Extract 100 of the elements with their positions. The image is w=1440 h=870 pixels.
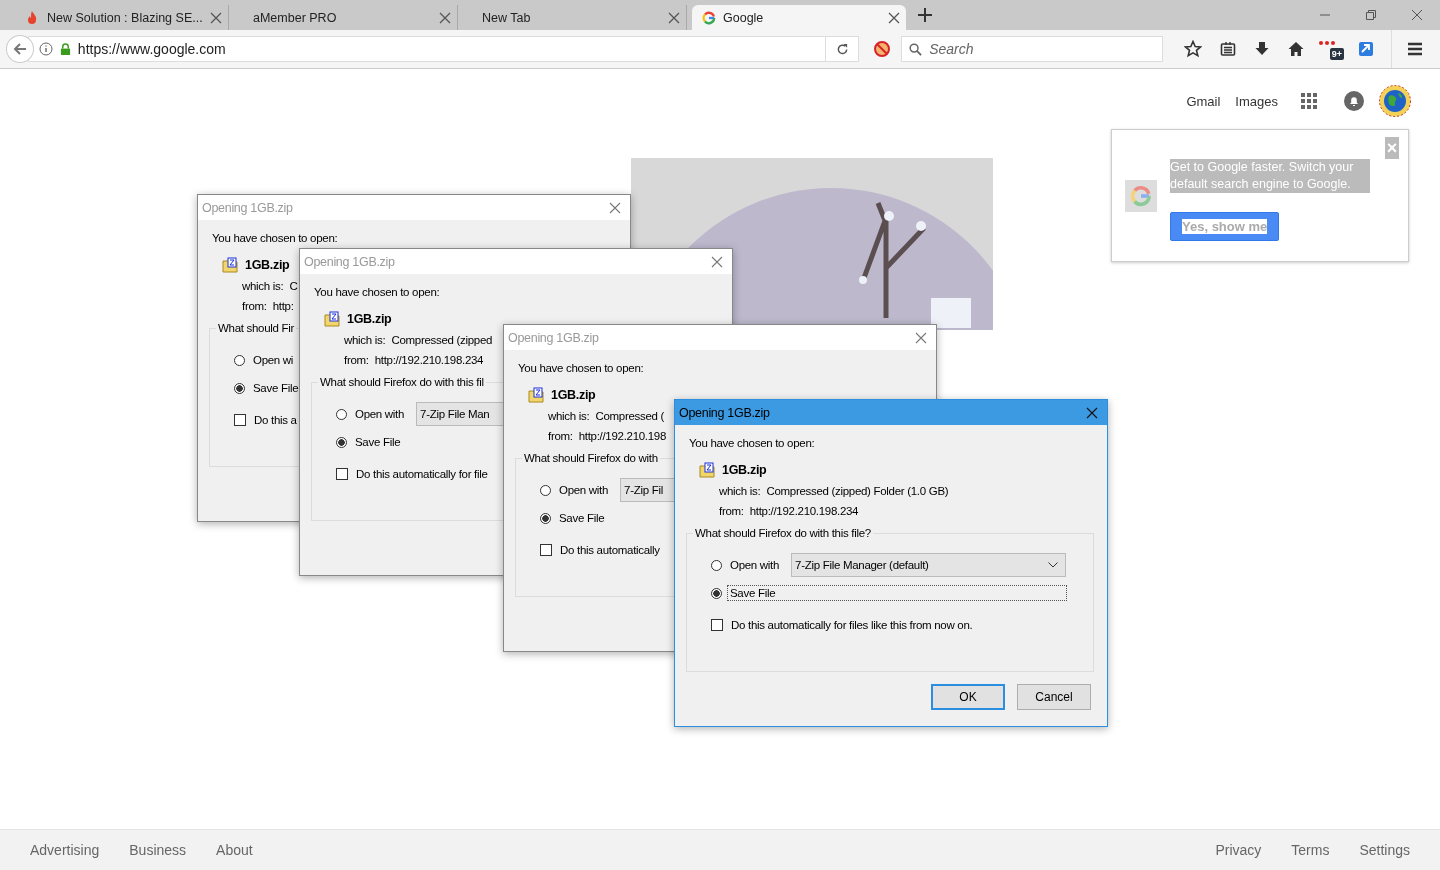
back-arrow-icon [11,41,28,57]
field-label: which is: [548,410,590,423]
option-label[interactable]: Save File [727,585,1067,601]
footer-link[interactable]: Settings [1359,842,1410,858]
notification-bell-icon[interactable] [1344,91,1364,111]
restore-icon[interactable] [1365,9,1377,21]
address-bar[interactable]: https://www.google.com [27,36,860,62]
zip-file-icon [699,462,715,478]
close-icon[interactable] [668,11,680,24]
radio-button[interactable] [711,559,722,571]
field-value: Compressed (zipped) Folder (1.0 GB) [766,485,949,498]
info-icon[interactable] [38,42,53,56]
window-title: Opening 1GB.zip [202,200,294,215]
reload-icon [835,42,849,56]
reading-list-icon[interactable] [1220,41,1237,57]
footer-link[interactable]: Privacy [1215,842,1262,858]
close-icon[interactable] [609,201,621,214]
prompt-text: You have chosen to open: [314,285,440,299]
menu-icon[interactable] [1407,42,1423,56]
window-title: Opening 1GB.zip [679,405,771,420]
field-value: http: [272,300,294,313]
file-name: 1GB.zip [551,388,596,402]
extension-button[interactable]: 9+ [1318,38,1344,60]
close-icon[interactable] [1086,406,1098,419]
close-icon[interactable] [1411,9,1423,21]
radio-button[interactable] [336,408,347,420]
option-label[interactable]: Open with [727,557,783,573]
close-icon[interactable] [711,255,723,268]
zip-file-icon [528,387,544,403]
close-icon[interactable] [210,11,222,24]
header-link[interactable]: Images [1235,93,1278,109]
radio-button[interactable] [234,382,245,394]
prompt-text: You have chosen to open: [518,361,644,375]
field-label: from: [719,505,744,518]
field-value: C [289,280,298,293]
radio-button[interactable] [336,436,347,448]
close-icon[interactable] [915,331,927,344]
radio-button[interactable] [234,354,245,366]
blocked-icon[interactable] [873,40,892,58]
option-label[interactable]: Open with [352,406,408,422]
checkbox[interactable] [336,468,348,480]
close-icon[interactable] [439,11,451,24]
field-label: which is: [242,280,284,293]
checkbox-label[interactable]: Do this a [251,412,300,428]
field-value: Compressed ( [595,410,665,423]
home-icon[interactable] [1288,41,1305,57]
field-label: which is: [344,334,386,347]
footer-link[interactable]: Advertising [30,842,100,858]
prompt-text: You have chosen to open: [689,436,815,450]
option-label[interactable]: Save File [250,380,302,396]
zip-file-icon [222,257,238,273]
lock-icon [59,42,71,56]
field-label: from: [344,354,369,367]
checkbox[interactable] [711,619,723,631]
checkbox[interactable] [540,544,552,556]
window-title: Opening 1GB.zip [304,254,396,269]
field-value: http://192.210.198.234 [374,354,484,367]
apps-grid-icon[interactable] [1301,93,1317,109]
dialog-button[interactable]: Cancel [1017,684,1091,710]
checkbox-label[interactable]: Do this automatically for files like this from now on. [728,617,976,633]
option-label[interactable]: Open with [556,482,612,498]
close-icon[interactable] [888,11,900,24]
radio-button[interactable] [711,587,722,599]
prompt-text: You have chosen to open: [212,231,338,245]
footer-link[interactable]: About [216,842,253,858]
file-name: 1GB.zip [245,258,290,272]
radio-button[interactable] [540,484,551,496]
field-label: from: [242,300,267,313]
dialog-button[interactable]: OK [931,684,1005,710]
group-label: What should Firefox do with this fil [320,376,484,388]
header-link[interactable]: Gmail [1186,93,1221,109]
field-value: http://192.210.198 [578,430,667,443]
avatar-icon[interactable] [1379,85,1411,117]
option-label[interactable]: Open wi [250,352,297,368]
group-label: What should Fir [218,322,295,334]
file-name: 1GB.zip [347,312,392,326]
footer-link[interactable]: Terms [1291,842,1330,858]
download-icon[interactable] [1254,41,1271,57]
field-label: which is: [719,485,761,498]
checkbox[interactable] [234,414,246,426]
checkbox-label[interactable]: Do this automatically for file [353,466,491,482]
google-logo-icon [1125,179,1157,212]
google-logo-icon [702,10,716,25]
star-icon[interactable] [1184,40,1203,58]
option-label[interactable]: Save File [352,434,404,450]
group-label: What should Firefox do with this file? [695,527,871,539]
new-tab-icon[interactable] [918,8,932,22]
radio-button[interactable] [540,512,551,524]
footer-link[interactable]: Business [129,842,187,858]
option-label[interactable]: Save File [556,510,608,526]
browser-tab[interactable]: Google [692,5,906,30]
field-value: Compressed (zipped [391,334,493,347]
search-field[interactable]: Search [901,36,1164,62]
app-dropdown[interactable]: 7-Zip File Manager (default) [791,553,1067,577]
chevron-icon [1048,562,1059,568]
checkbox-label[interactable]: Do this automatically [557,542,663,558]
group-label: What should Firefox do with [524,452,658,464]
back-button[interactable] [6,35,34,63]
file-name: 1GB.zip [722,463,767,477]
field-value: http://192.210.198.234 [749,505,859,518]
